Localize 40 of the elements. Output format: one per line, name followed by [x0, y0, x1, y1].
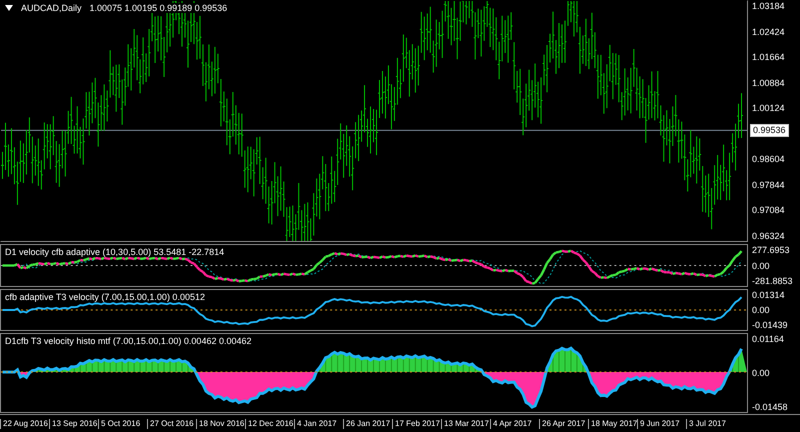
price-label: 1.03184	[752, 1, 786, 12]
indicator-axis-label: 0.00	[752, 260, 771, 272]
price-label: 1.01664	[752, 52, 786, 64]
indicator-axis-label: 0.01164	[752, 334, 785, 345]
date-label: 18 Nov 2016	[196, 419, 245, 429]
indicator-axis-label: -281.8853	[752, 276, 794, 287]
date-label: 18 May 2017	[588, 419, 637, 429]
date-label: 9 Jun 2017	[637, 419, 686, 429]
price-label: 1.02424	[752, 26, 786, 38]
dropdown-icon[interactable]	[5, 5, 13, 11]
date-label: 3 Jul 2017	[686, 419, 735, 429]
price-label: 0.98604	[752, 154, 786, 166]
indicator-axis-label: -0.01458	[752, 402, 789, 413]
current-price-label: 0.99536	[750, 124, 789, 138]
indicator-axis-label: 0.00	[752, 368, 771, 379]
date-label: 12 Dec 2016	[245, 419, 294, 429]
price-label: 1.00884	[752, 78, 786, 89]
indicator-axis-label: 277.6953	[752, 245, 791, 256]
date-label: 4 Apr 2017	[490, 419, 539, 429]
indicator-axis-label: -0.01439	[752, 320, 789, 331]
price-label: 1.00124	[752, 103, 786, 114]
date-label: 26 Apr 2017	[539, 419, 588, 429]
date-label: 22 Aug 2016	[0, 419, 49, 429]
date-label: 17 Feb 2017	[392, 419, 441, 429]
date-label: 5 Oct 2016	[98, 419, 147, 429]
date-label: 13 Mar 2017	[441, 419, 490, 429]
symbol-label: AUDCAD,Daily	[21, 3, 82, 13]
indicator-axis-label: 0.00	[752, 305, 771, 316]
indicator-title: D1cfb T3 velocity histo mtf (7.00,15.00,1.00) 0.00462 0.00462	[5, 336, 252, 346]
indicator-title: D1 velocity cfb adaptive (10,30,5.00) 53.5481 -22.7814	[5, 247, 224, 257]
date-label: 4 Jan 2017	[294, 419, 343, 429]
date-label: 27 Oct 2016	[147, 419, 196, 429]
date-label: 13 Sep 2016	[49, 419, 98, 429]
date-label: 26 Jan 2017	[343, 419, 392, 429]
indicator-title: cfb adaptive T3 velocity (7.00,15.00,1.00) 0.00512	[5, 292, 205, 302]
indicator-axis-label: 0.01314	[752, 290, 786, 301]
price-label: 0.97084	[752, 205, 786, 216]
price-label: 0.97844	[752, 180, 786, 191]
price-label: 0.96324	[752, 230, 786, 242]
ohlc-values: 1.00075 1.00195 0.99189 0.99536	[90, 3, 228, 13]
